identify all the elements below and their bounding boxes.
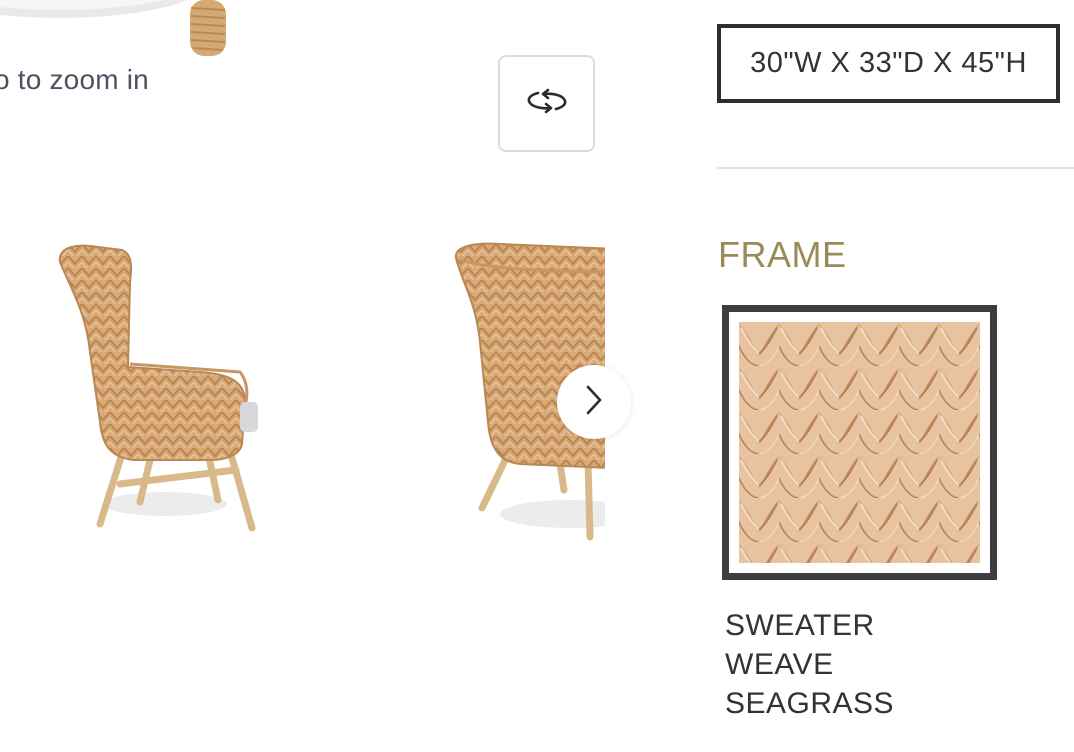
- seagrass-weave-texture: [739, 322, 980, 563]
- dimensions-text: 30"W X 33"D X 45"H: [750, 47, 1027, 79]
- rotate-360-icon: [524, 84, 570, 123]
- chevron-right-icon: [582, 383, 606, 422]
- swatch-name-line: SEAGRASS: [725, 687, 895, 720]
- rotate-360-button[interactable]: [498, 55, 595, 152]
- dimensions-badge: 30"W X 33"D X 45"H: [717, 24, 1060, 103]
- frame-swatch-selected[interactable]: [722, 305, 997, 580]
- zoom-hint-text: o to zoom in: [0, 64, 149, 95]
- swatch-name-line: WEAVE: [725, 648, 834, 681]
- swatch-name-line: SWEATER: [725, 609, 875, 642]
- section-divider: [717, 167, 1074, 169]
- frame-swatch-name: SWEATER WEAVE SEAGRASS: [725, 606, 985, 723]
- chair-image-side-view[interactable]: [40, 232, 280, 542]
- frame-option-heading: FRAME: [718, 234, 847, 275]
- next-image-button[interactable]: [557, 365, 631, 439]
- product-image-partial: [0, 0, 260, 70]
